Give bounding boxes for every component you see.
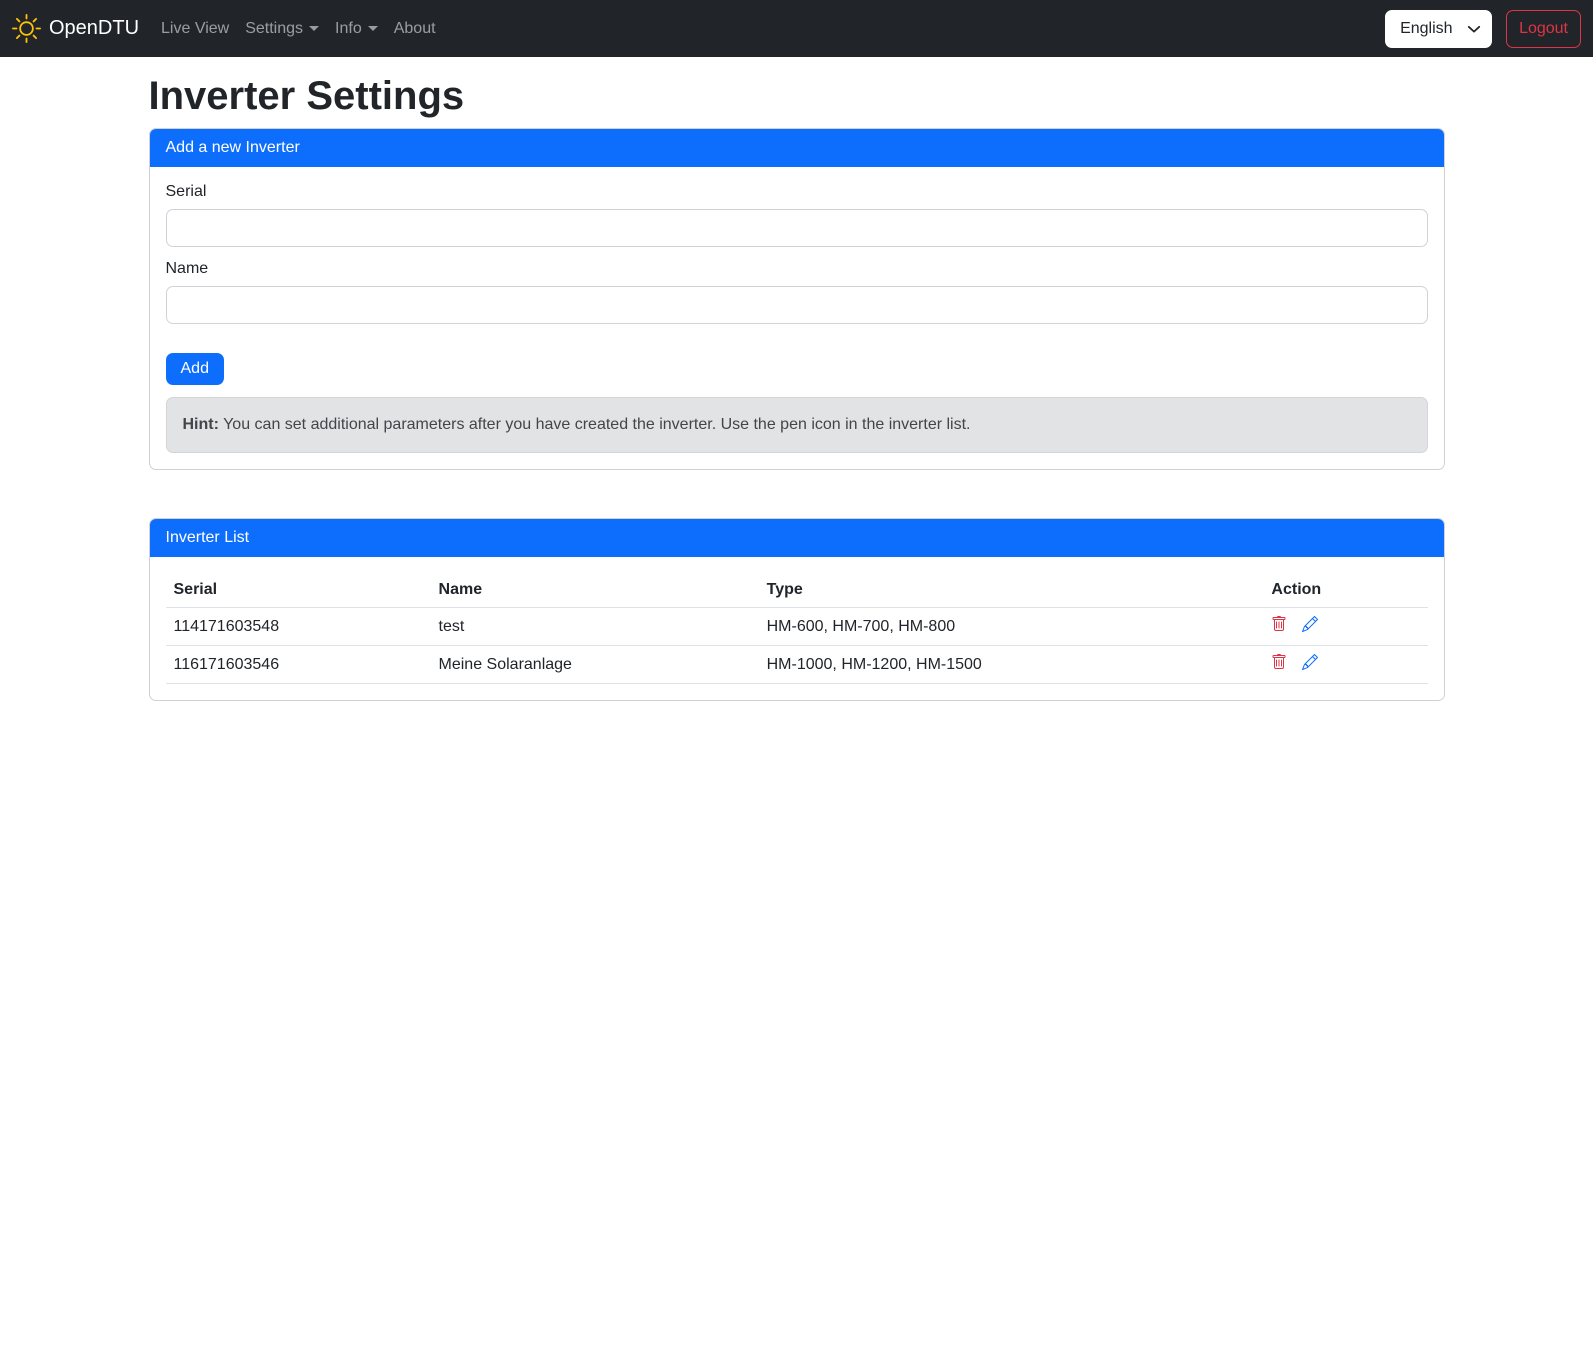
name-field-group: Name <box>166 260 1428 324</box>
sun-icon <box>12 14 41 43</box>
column-header-serial: Serial <box>166 573 431 608</box>
brand-text: OpenDTU <box>49 17 139 40</box>
cell-action <box>1263 608 1427 646</box>
column-header-action: Action <box>1263 573 1427 608</box>
nav-item-about[interactable]: About <box>386 12 444 46</box>
nav-item-label: About <box>394 20 436 38</box>
main-content: Inverter Settings Add a new Inverter Ser… <box>137 57 1457 701</box>
inverter-table: Serial Name Type Action 114171603548 tes… <box>166 573 1428 684</box>
main-nav: Live View Settings Info About <box>153 12 444 46</box>
cell-name: test <box>431 608 759 646</box>
table-row: 114171603548 test HM-600, HM-700, HM-800 <box>166 608 1428 646</box>
name-input[interactable] <box>166 286 1428 324</box>
add-inverter-card-header: Add a new Inverter <box>150 129 1444 167</box>
table-row: 116171603546 Meine Solaranlage HM-1000, … <box>166 646 1428 684</box>
name-label: Name <box>166 260 1428 278</box>
table-header-row: Serial Name Type Action <box>166 573 1428 608</box>
add-button[interactable]: Add <box>166 353 224 385</box>
serial-input[interactable] <box>166 209 1428 247</box>
nav-item-label: Live View <box>161 20 229 38</box>
delete-inverter-button[interactable] <box>1271 654 1287 670</box>
navbar: OpenDTU Live View Settings Info About En… <box>0 0 1593 57</box>
nav-item-info[interactable]: Info <box>327 12 386 46</box>
pencil-icon <box>1302 616 1318 632</box>
edit-inverter-button[interactable] <box>1302 616 1318 632</box>
inverter-list-card-header: Inverter List <box>150 519 1444 557</box>
nav-item-label: Settings <box>245 20 303 38</box>
trash-icon <box>1271 654 1287 670</box>
language-select[interactable]: English <box>1385 10 1492 48</box>
edit-inverter-button[interactable] <box>1302 654 1318 670</box>
caret-down-icon <box>309 26 319 31</box>
brand-link[interactable]: OpenDTU <box>12 14 139 43</box>
column-header-name: Name <box>431 573 759 608</box>
cell-serial: 116171603546 <box>166 646 431 684</box>
hint-alert: Hint: You can set additional parameters … <box>166 397 1428 453</box>
caret-down-icon <box>368 26 378 31</box>
cell-type: HM-1000, HM-1200, HM-1500 <box>759 646 1264 684</box>
add-inverter-card: Add a new Inverter Serial Name Add Hint:… <box>149 128 1445 470</box>
cell-serial: 114171603548 <box>166 608 431 646</box>
column-header-type: Type <box>759 573 1264 608</box>
pencil-icon <box>1302 654 1318 670</box>
page-title: Inverter Settings <box>149 72 1445 120</box>
cell-name: Meine Solaranlage <box>431 646 759 684</box>
inverter-list-card-body: Serial Name Type Action 114171603548 tes… <box>150 557 1444 700</box>
serial-field-group: Serial <box>166 183 1428 247</box>
cell-type: HM-600, HM-700, HM-800 <box>759 608 1264 646</box>
cell-action <box>1263 646 1427 684</box>
add-inverter-card-body: Serial Name Add Hint: You can set additi… <box>150 167 1444 469</box>
navbar-right: English Logout <box>1385 10 1581 48</box>
serial-label: Serial <box>166 183 1428 201</box>
trash-icon <box>1271 616 1287 632</box>
logout-button[interactable]: Logout <box>1506 10 1581 48</box>
hint-text: You can set additional parameters after … <box>223 416 970 433</box>
nav-item-settings[interactable]: Settings <box>237 12 327 46</box>
inverter-list-card: Inverter List Serial Name Type Action 11… <box>149 518 1445 701</box>
hint-label: Hint: <box>183 416 219 433</box>
nav-item-label: Info <box>335 20 362 38</box>
nav-item-live-view[interactable]: Live View <box>153 12 237 46</box>
delete-inverter-button[interactable] <box>1271 616 1287 632</box>
language-select-wrap: English <box>1385 10 1492 48</box>
